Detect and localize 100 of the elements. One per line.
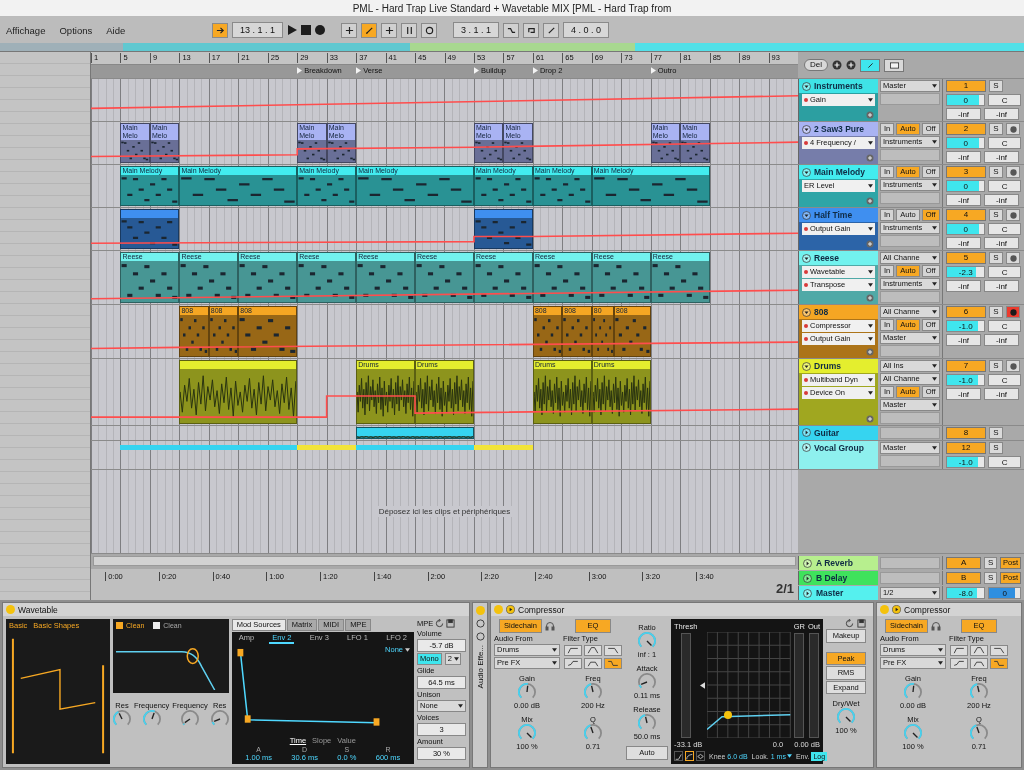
knob[interactable] bbox=[584, 682, 602, 701]
follow-button[interactable] bbox=[212, 22, 228, 38]
save-icon[interactable] bbox=[446, 619, 456, 628]
capture-button[interactable] bbox=[401, 22, 418, 38]
mode-button[interactable] bbox=[685, 751, 694, 761]
arrangement-overview[interactable] bbox=[0, 43, 1024, 52]
fold-icon[interactable] bbox=[802, 443, 811, 452]
send-field[interactable]: -inf bbox=[946, 194, 981, 206]
arm-button[interactable] bbox=[1006, 360, 1020, 372]
track-activator-button[interactable]: 2 bbox=[946, 123, 986, 135]
filter-type-button[interactable] bbox=[950, 644, 968, 656]
solo-button[interactable]: S bbox=[989, 166, 1003, 178]
knob[interactable] bbox=[181, 710, 199, 728]
clip[interactable] bbox=[356, 427, 474, 439]
headphones-icon[interactable] bbox=[544, 620, 555, 631]
solo-button[interactable]: S bbox=[984, 572, 997, 584]
volume-slider[interactable]: -1.0 bbox=[946, 456, 986, 468]
track-activator-button[interactable]: 1 bbox=[946, 80, 986, 92]
solo-button[interactable]: S bbox=[989, 306, 1003, 318]
routing-field[interactable] bbox=[880, 93, 940, 105]
send-field[interactable]: -inf bbox=[946, 388, 981, 400]
send-field[interactable]: -inf bbox=[984, 280, 1019, 292]
filter-type-button[interactable] bbox=[990, 657, 1008, 669]
stop-icon[interactable] bbox=[301, 25, 312, 35]
track-activator-button[interactable]: B bbox=[946, 572, 982, 584]
routing-field[interactable] bbox=[880, 412, 940, 424]
knob[interactable] bbox=[113, 710, 131, 728]
volume-slider[interactable]: 0 bbox=[946, 180, 986, 192]
add-lane-icon[interactable] bbox=[866, 294, 874, 302]
expand-icon[interactable] bbox=[506, 605, 515, 614]
track-title-bar[interactable]: Half Time bbox=[799, 208, 878, 222]
routing-field[interactable] bbox=[880, 427, 940, 439]
filter-type-button[interactable] bbox=[604, 657, 622, 669]
volume-slider[interactable]: -8.0 bbox=[946, 587, 986, 599]
clip[interactable] bbox=[356, 445, 474, 450]
knob[interactable] bbox=[638, 714, 656, 732]
circle-icon[interactable] bbox=[475, 632, 485, 641]
routing-field[interactable] bbox=[880, 291, 940, 303]
filter-type-button[interactable] bbox=[584, 657, 602, 669]
volume-slider[interactable]: -1.0 bbox=[946, 374, 986, 386]
fold-icon[interactable] bbox=[802, 167, 811, 177]
pan-field[interactable]: C bbox=[988, 456, 1021, 468]
fold-icon[interactable] bbox=[802, 81, 811, 91]
loop-button[interactable] bbox=[523, 22, 540, 38]
pan-field[interactable]: C bbox=[988, 223, 1021, 235]
arm-button[interactable] bbox=[1006, 252, 1020, 264]
expand-icon[interactable] bbox=[803, 573, 812, 583]
automation-line[interactable] bbox=[91, 289, 798, 300]
add-lane-icon[interactable] bbox=[866, 348, 874, 356]
menu-item[interactable]: Aide bbox=[106, 24, 126, 36]
mode-button[interactable] bbox=[674, 751, 683, 761]
routing-field[interactable] bbox=[880, 149, 940, 161]
track-title-bar[interactable]: 2 Saw3 Pure bbox=[799, 122, 878, 136]
threshold-handle-icon[interactable] bbox=[723, 711, 732, 720]
automation-line[interactable] bbox=[91, 232, 798, 245]
send-field[interactable]: -inf bbox=[984, 194, 1019, 206]
pan-field[interactable]: C bbox=[988, 320, 1021, 332]
add-lane-icon[interactable] bbox=[866, 197, 874, 205]
knob[interactable] bbox=[970, 682, 988, 701]
knob[interactable] bbox=[638, 673, 656, 691]
pan-field[interactable]: C bbox=[988, 374, 1021, 386]
overdub-button[interactable] bbox=[341, 22, 358, 38]
routing-field[interactable] bbox=[880, 557, 940, 569]
clip[interactable] bbox=[297, 445, 357, 450]
track-activator-button[interactable]: 8 bbox=[946, 427, 986, 439]
position-field[interactable]: 13 . 1 . 1 bbox=[232, 22, 284, 38]
filter-type-button[interactable] bbox=[584, 644, 602, 656]
scroll-bar[interactable] bbox=[93, 556, 796, 566]
track-title-bar[interactable]: Instruments bbox=[799, 79, 878, 93]
knob[interactable] bbox=[904, 682, 922, 701]
arm-button[interactable] bbox=[1006, 209, 1020, 221]
solo-button[interactable]: S bbox=[989, 80, 1003, 92]
clip[interactable] bbox=[120, 209, 180, 249]
automation-line[interactable] bbox=[91, 341, 798, 350]
track-title-bar[interactable]: Main Melody bbox=[799, 165, 878, 179]
expand-icon[interactable] bbox=[892, 605, 901, 614]
fold-icon[interactable] bbox=[802, 124, 811, 134]
view-button[interactable] bbox=[884, 58, 904, 72]
add-lane-icon[interactable] bbox=[866, 415, 874, 423]
knob[interactable] bbox=[638, 632, 656, 650]
filter-type-button[interactable] bbox=[564, 644, 582, 656]
routing-field[interactable] bbox=[880, 192, 940, 204]
expand-icon[interactable] bbox=[803, 558, 812, 568]
send-field[interactable]: -inf bbox=[984, 237, 1019, 249]
knob[interactable] bbox=[837, 708, 855, 726]
send-field[interactable]: -inf bbox=[984, 108, 1019, 120]
arm-button[interactable] bbox=[1006, 306, 1020, 318]
circle-icon[interactable] bbox=[475, 619, 485, 628]
expand-icon[interactable] bbox=[803, 588, 812, 598]
cue-volume-slider[interactable]: 0 bbox=[988, 587, 1021, 599]
arm-button[interactable] bbox=[1006, 166, 1020, 178]
solo-button[interactable]: S bbox=[989, 442, 1003, 454]
volume-slider[interactable]: 0 bbox=[946, 137, 986, 149]
loop-length-field[interactable]: 4 . 0 . 0 bbox=[563, 22, 610, 38]
volume-slider[interactable]: -2.3 bbox=[946, 266, 986, 278]
fold-icon[interactable] bbox=[802, 307, 811, 317]
add-lane-icon[interactable] bbox=[866, 154, 874, 162]
send-field[interactable]: -inf bbox=[946, 151, 981, 163]
filter-type-button[interactable] bbox=[970, 644, 988, 656]
add-lane-icon[interactable] bbox=[866, 240, 874, 248]
